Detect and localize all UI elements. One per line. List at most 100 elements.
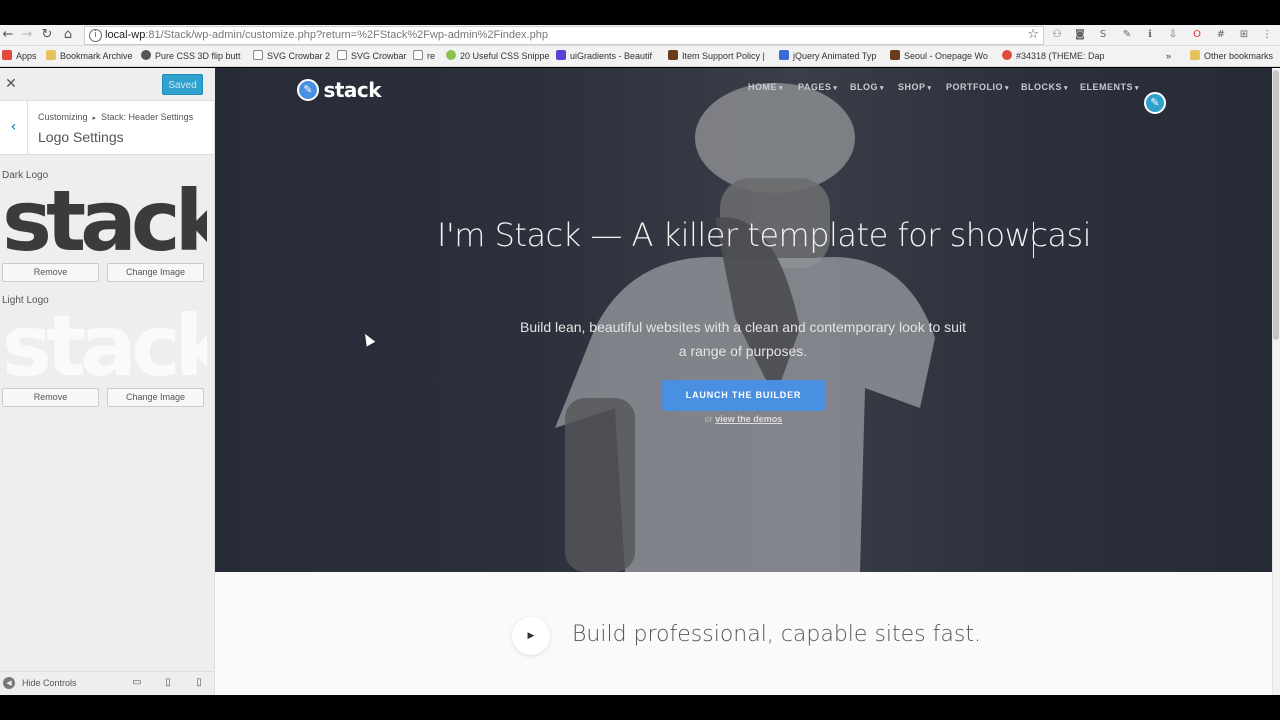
- bookmark-item[interactable]: uiGradients - Beautif: [556, 50, 652, 63]
- url-host: local-wp: [105, 29, 146, 41]
- bookmark-label: Seoul - Onepage Wo: [904, 51, 988, 61]
- desktop-preview-icon[interactable]: ▭: [131, 677, 143, 689]
- caret-down-icon: ▾: [1135, 85, 1140, 92]
- bookmark-item[interactable]: #34318 (THEME: Dap: [1002, 50, 1105, 63]
- tablet-preview-icon[interactable]: ▯: [162, 677, 174, 689]
- page-icon: [413, 50, 423, 60]
- breadcrumb-separator: ▸: [92, 115, 97, 122]
- address-bar[interactable]: i local-wp:81/Stack/wp-admin/customize.p…: [84, 26, 1044, 45]
- bookmark-label: Apps: [16, 51, 37, 61]
- info-icon[interactable]: i: [89, 29, 102, 42]
- bookmark-star-icon[interactable]: ☆: [1027, 27, 1039, 42]
- eyedropper-extension-icon[interactable]: ✎: [1120, 28, 1134, 42]
- bookmark-item[interactable]: Seoul - Onepage Wo: [890, 50, 988, 63]
- menu-label: SHOP: [898, 82, 926, 92]
- customizer-header: ✕ Saved: [0, 68, 215, 101]
- menu-shop[interactable]: SHOP ▾: [898, 82, 932, 92]
- menu-elements[interactable]: ELEMENTS ▾: [1080, 82, 1139, 92]
- view-demos-link[interactable]: view the demos: [715, 414, 782, 424]
- bookmark-label: Item Support Policy |: [682, 51, 765, 61]
- collapse-icon[interactable]: ◀: [3, 677, 15, 689]
- s-extension-icon[interactable]: S: [1096, 28, 1110, 42]
- opera-extension-icon[interactable]: O: [1190, 28, 1204, 42]
- site-preview: ✎ stack HOME ▾ PAGES ▾ BLOG ▾ SHOP ▾ PORTFOL…: [215, 68, 1272, 695]
- play-video-icon[interactable]: ▶: [512, 617, 550, 655]
- bookmark-label: SVG Crowbar 2: [267, 51, 331, 61]
- change-light-logo-button[interactable]: Change Image: [107, 388, 204, 407]
- reload-icon[interactable]: ↻: [39, 27, 55, 43]
- apps-icon: [2, 50, 12, 60]
- bookmark-item[interactable]: re: [413, 50, 435, 63]
- menu-portfolio[interactable]: PORTFOLIO ▾: [946, 82, 1009, 92]
- site-logo[interactable]: ✎ stack: [297, 78, 382, 102]
- menu-blocks[interactable]: BLOCKS ▾: [1021, 82, 1068, 92]
- hero-title: I'm Stack — A killer template for showca…: [437, 216, 1092, 254]
- menu-label: ELEMENTS: [1080, 82, 1134, 92]
- menu-label: HOME: [748, 82, 777, 92]
- folder-icon: [1190, 50, 1200, 60]
- bookmark-other[interactable]: Other bookmarks: [1190, 50, 1273, 63]
- bookmark-label: re: [427, 51, 436, 61]
- menu-label: BLOCKS: [1021, 82, 1062, 92]
- bookmark-item[interactable]: Item Support Policy |: [668, 50, 765, 63]
- jquery-icon: [779, 50, 789, 60]
- info-extension-icon[interactable]: ℹ: [1143, 28, 1157, 42]
- launch-builder-button[interactable]: LAUNCH THE BUILDER: [662, 380, 825, 411]
- extension-icon[interactable]: ⚇: [1050, 28, 1064, 42]
- bookmark-label: Bookmark Archive: [60, 51, 133, 61]
- remove-dark-logo-button[interactable]: Remove: [2, 263, 99, 282]
- back-chevron-icon[interactable]: ‹: [0, 101, 28, 155]
- bookmark-item[interactable]: 20 Useful CSS Snippe: [446, 50, 550, 63]
- bookmark-label: uiGradients - Beautif: [570, 51, 653, 61]
- puzzle-extension-icon[interactable]: ⊞: [1237, 28, 1251, 42]
- screen: ← → ↻ ⌂ i local-wp:81/Stack/wp-admin/cus…: [0, 0, 1280, 720]
- bookmark-item[interactable]: Bookmark Archive: [46, 50, 133, 63]
- edit-shortcut-pencil-icon[interactable]: ✎: [1144, 92, 1166, 114]
- bookmarks-overflow-chevron[interactable]: »: [1166, 50, 1171, 63]
- bookmark-apps[interactable]: Apps: [2, 50, 37, 63]
- menu-home[interactable]: HOME ▾: [748, 82, 783, 92]
- back-icon[interactable]: ←: [0, 27, 16, 43]
- codepen-icon: [141, 50, 151, 60]
- mobile-preview-icon[interactable]: ▯: [193, 677, 205, 689]
- section-header: ‹ Customizing ▸ Stack: Header Settings Log…: [0, 101, 214, 155]
- close-icon[interactable]: ✕: [4, 76, 18, 92]
- breadcrumb: Customizing ▸ Stack: Header Settings: [38, 112, 193, 122]
- gradient-icon: [556, 50, 566, 60]
- change-dark-logo-button[interactable]: Change Image: [107, 263, 204, 282]
- page-icon: [253, 50, 263, 60]
- page-icon: [337, 50, 347, 60]
- or-text: or: [704, 414, 716, 424]
- envato-icon: [890, 50, 900, 60]
- menu-pages[interactable]: PAGES ▾: [798, 82, 837, 92]
- bookmark-label: #34318 (THEME: Dap: [1016, 51, 1105, 61]
- view-demos-line: or view the demos: [695, 414, 792, 424]
- menu-label: BLOG: [850, 82, 878, 92]
- saved-button[interactable]: Saved: [162, 74, 203, 95]
- forward-icon[interactable]: →: [19, 27, 35, 43]
- bug-icon: [1002, 50, 1012, 60]
- bookmark-item[interactable]: jQuery Animated Typ: [779, 50, 876, 63]
- bottom-letterbox: [0, 695, 1280, 720]
- menu-blog[interactable]: BLOG ▾: [850, 82, 884, 92]
- camera-extension-icon[interactable]: ◙: [1073, 28, 1087, 42]
- bookmark-item[interactable]: Pure CSS 3D flip butt: [141, 50, 241, 63]
- home-icon[interactable]: ⌂: [60, 27, 76, 43]
- scrollbar-thumb[interactable]: [1273, 70, 1279, 340]
- remove-light-logo-button[interactable]: Remove: [2, 388, 99, 407]
- bookmark-label: jQuery Animated Typ: [793, 51, 877, 61]
- site-logo-text: stack: [323, 78, 382, 102]
- bookmark-item[interactable]: SVG Crowbar 2: [253, 50, 330, 63]
- bookmark-label: Pure CSS 3D flip butt: [155, 51, 241, 61]
- hero-section: ✎ stack HOME ▾ PAGES ▾ BLOG ▾ SHOP ▾ PORTFOL…: [215, 68, 1272, 572]
- envato-icon: [668, 50, 678, 60]
- grid-extension-icon[interactable]: #: [1214, 28, 1228, 42]
- leaf-icon: [446, 50, 456, 60]
- dark-logo-preview: stack: [2, 185, 207, 257]
- hide-controls-button[interactable]: Hide Controls: [22, 678, 77, 688]
- url-text: local-wp:81/Stack/wp-admin/customize.php…: [105, 29, 548, 41]
- bookmark-item[interactable]: SVG Crowbar: [337, 50, 407, 63]
- menu-label: PAGES: [798, 82, 832, 92]
- download-extension-icon[interactable]: ⇩: [1166, 28, 1180, 42]
- menu-icon[interactable]: ⋮: [1260, 28, 1274, 42]
